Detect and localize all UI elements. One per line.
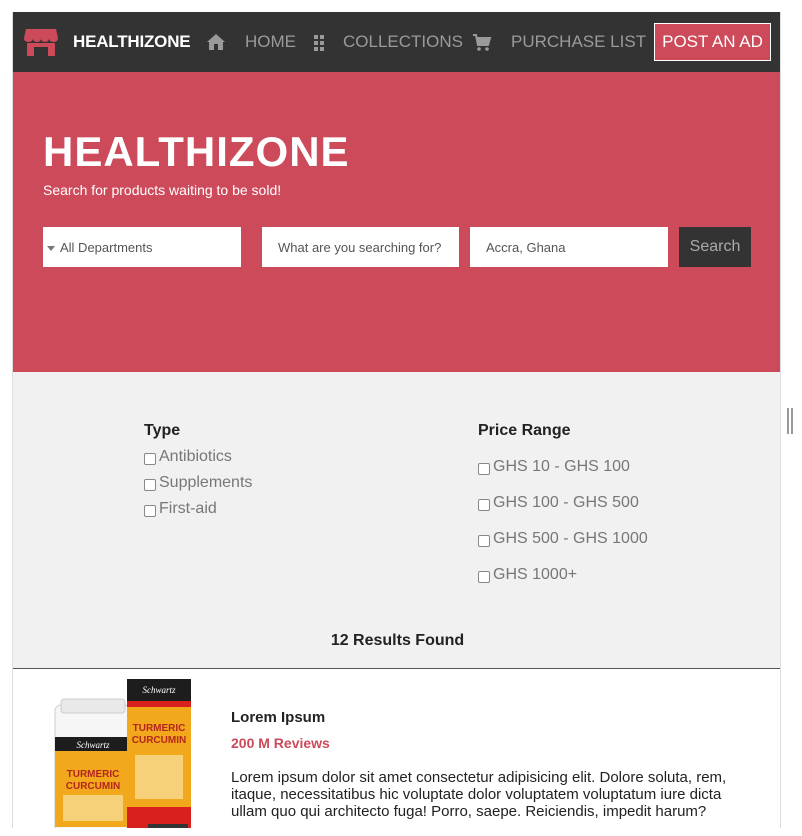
price-option[interactable]: GHS 1000+ (478, 566, 577, 584)
svg-text:CURCUMIN: CURCUMIN (132, 735, 186, 746)
type-filter-title: Type (144, 422, 181, 439)
checkbox[interactable] (478, 534, 490, 547)
checkbox[interactable] (478, 570, 490, 583)
store-icon[interactable] (23, 25, 59, 57)
post-ad-button[interactable]: POST AN AD (654, 23, 771, 61)
product-reviews[interactable]: 200 M Reviews (231, 735, 330, 751)
type-label: Supplements (159, 474, 253, 491)
type-option[interactable]: First-aid (144, 500, 217, 518)
price-label: GHS 500 - GHS 1000 (493, 530, 648, 547)
price-option[interactable]: GHS 500 - GHS 1000 (478, 530, 648, 548)
type-option[interactable]: Supplements (144, 474, 252, 492)
department-select[interactable]: All Departments (43, 227, 241, 267)
caret-down-icon (47, 245, 55, 251)
product-description: Lorem ipsum dolor sit amet consectetur a… (231, 769, 727, 820)
type-option[interactable]: Antibiotics (144, 448, 232, 466)
grid-icon[interactable] (310, 32, 330, 52)
svg-text:TURMERIC: TURMERIC (133, 723, 186, 734)
svg-text:TURMERIC: TURMERIC (67, 769, 120, 780)
price-option[interactable]: GHS 10 - GHS 100 (478, 458, 630, 476)
location-input[interactable]: Accra, Ghana (470, 227, 668, 267)
location-value: Accra, Ghana (486, 239, 566, 255)
results-count: 12 Results Found (330, 632, 465, 649)
price-label: GHS 1000+ (493, 566, 578, 583)
hero-title: HEALTHIZONE (43, 128, 350, 175)
navbar: HEALTHIZONE HOME COLLECTIONS PURCHASE LI… (13, 12, 780, 72)
price-filter-title: Price Range (478, 422, 571, 439)
home-icon[interactable] (206, 32, 226, 52)
bottle-brand: Schwartz (76, 740, 110, 750)
svg-text:Schwartz: Schwartz (142, 685, 176, 695)
cart-icon[interactable] (472, 32, 492, 52)
nav-home[interactable]: HOME (245, 32, 296, 52)
product-name[interactable]: Lorem Ipsum (231, 709, 325, 726)
type-label: First-aid (159, 500, 217, 517)
checkbox[interactable] (144, 452, 156, 465)
hero-subtitle: Search for products waiting to be sold! (43, 182, 282, 198)
filters-panel: Type Antibiotics Supplements First-aid P… (13, 372, 780, 668)
product-card[interactable]: Schwartz TURMERIC CURCUMIN Schwartz TURM… (13, 669, 780, 828)
search-input[interactable]: What are you searching for? (262, 227, 459, 267)
brand-name[interactable]: HEALTHIZONE (73, 32, 191, 52)
nav-purchase-list[interactable]: PURCHASE LIST (511, 32, 646, 52)
price-option[interactable]: GHS 100 - GHS 500 (478, 494, 639, 512)
app-frame: HEALTHIZONE HOME COLLECTIONS PURCHASE LI… (12, 12, 781, 828)
department-value: All Departments (60, 239, 153, 255)
search-placeholder: What are you searching for? (278, 239, 442, 255)
resize-handle[interactable] (787, 408, 793, 434)
type-label: Antibiotics (159, 448, 232, 465)
checkbox[interactable] (478, 462, 490, 475)
checkbox[interactable] (144, 478, 156, 491)
price-label: GHS 10 - GHS 100 (493, 458, 630, 475)
price-label: GHS 100 - GHS 500 (493, 494, 639, 511)
hero-banner: HEALTHIZONE Search for products waiting … (13, 72, 780, 372)
nav-collections[interactable]: COLLECTIONS (343, 32, 463, 52)
checkbox[interactable] (144, 504, 156, 517)
product-image[interactable]: Schwartz TURMERIC CURCUMIN Schwartz TURM… (53, 679, 193, 828)
svg-text:CURCUMIN: CURCUMIN (66, 781, 120, 792)
checkbox[interactable] (478, 498, 490, 511)
search-button[interactable]: Search (679, 227, 751, 267)
